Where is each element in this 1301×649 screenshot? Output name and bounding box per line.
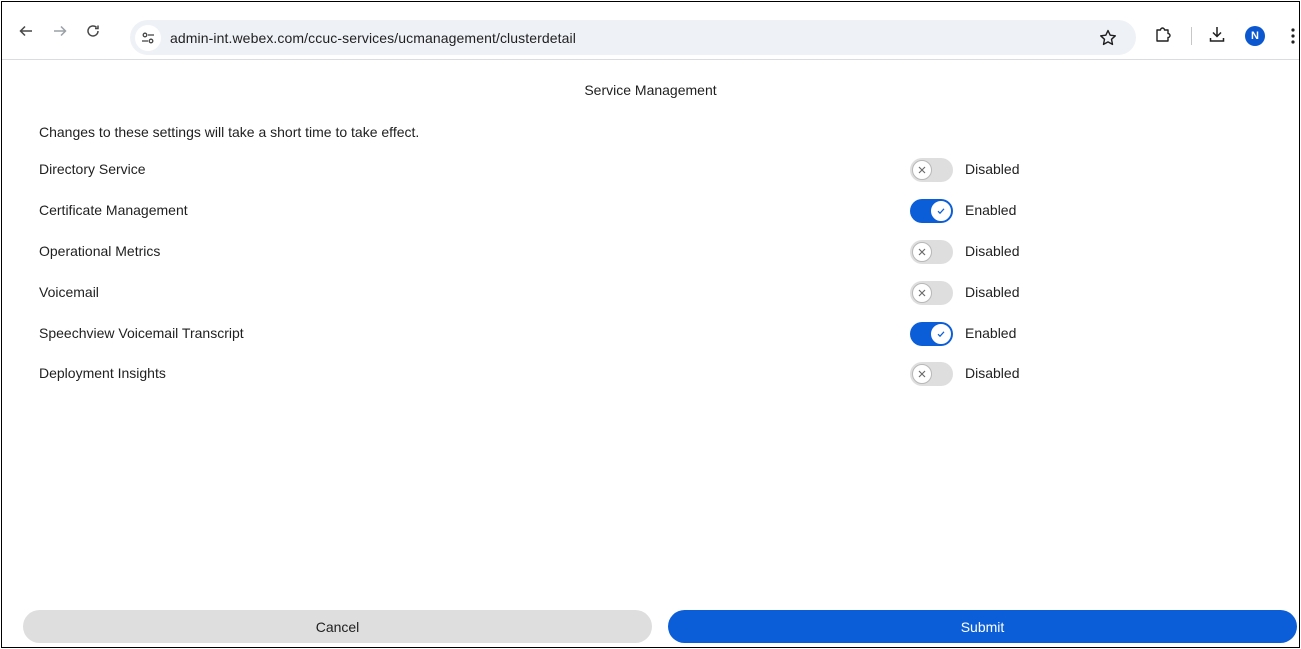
service-state-label: Disabled xyxy=(965,243,1020,259)
service-state-label: Enabled xyxy=(965,325,1017,341)
certificate-management-toggle[interactable] xyxy=(910,199,953,223)
x-icon xyxy=(912,283,932,303)
page-title: Service Management xyxy=(584,82,717,98)
service-name: Voicemail xyxy=(39,284,99,300)
service-row-voicemail: Voicemail Disabled xyxy=(39,281,1059,305)
voicemail-toggle[interactable] xyxy=(910,281,953,305)
cancel-button[interactable]: Cancel xyxy=(23,610,652,643)
service-row-speechview-voicemail-transcript: Speechview Voicemail Transcript Enabled xyxy=(39,322,1059,346)
extensions-puzzle-icon[interactable] xyxy=(1151,22,1175,46)
directory-service-toggle[interactable] xyxy=(910,158,953,182)
back-icon[interactable] xyxy=(14,19,38,43)
service-name: Deployment Insights xyxy=(39,365,166,381)
speechview-voicemail-transcript-toggle[interactable] xyxy=(910,322,953,346)
service-state-label: Disabled xyxy=(965,161,1020,177)
check-icon xyxy=(931,201,951,221)
reload-icon[interactable] xyxy=(81,19,105,43)
x-icon xyxy=(912,160,932,180)
service-row-directory-service: Directory Service Disabled xyxy=(39,158,1059,182)
service-name: Speechview Voicemail Transcript xyxy=(39,325,244,341)
forward-icon[interactable] xyxy=(48,19,72,43)
service-state-label: Enabled xyxy=(965,202,1017,218)
check-icon xyxy=(931,324,951,344)
deployment-insights-toggle[interactable] xyxy=(910,362,953,386)
service-state-label: Disabled xyxy=(965,284,1020,300)
url-text[interactable]: admin-int.webex.com/ccuc-services/ucmana… xyxy=(170,30,576,46)
toolbar-divider xyxy=(1191,27,1192,45)
settings-notice: Changes to these settings will take a sh… xyxy=(39,124,420,140)
profile-avatar[interactable]: N xyxy=(1245,26,1265,46)
address-bar[interactable]: admin-int.webex.com/ccuc-services/ucmana… xyxy=(130,20,1136,55)
service-state-label: Disabled xyxy=(965,365,1020,381)
service-name: Certificate Management xyxy=(39,202,188,218)
service-name: Operational Metrics xyxy=(39,243,161,259)
service-row-deployment-insights: Deployment Insights Disabled xyxy=(39,362,1059,386)
service-row-operational-metrics: Operational Metrics Disabled xyxy=(39,240,1059,264)
kebab-menu-icon[interactable] xyxy=(1281,24,1301,48)
x-icon xyxy=(912,242,932,262)
submit-button[interactable]: Submit xyxy=(668,610,1297,643)
bookmark-star-icon[interactable] xyxy=(1096,26,1120,50)
site-info-icon[interactable] xyxy=(135,24,161,51)
download-icon[interactable] xyxy=(1205,22,1229,46)
x-icon xyxy=(912,364,932,384)
service-name: Directory Service xyxy=(39,161,146,177)
service-row-certificate-management: Certificate Management Enabled xyxy=(39,199,1059,223)
operational-metrics-toggle[interactable] xyxy=(910,240,953,264)
browser-toolbar: admin-int.webex.com/ccuc-services/ucmana… xyxy=(2,2,1299,60)
browser-window: admin-int.webex.com/ccuc-services/ucmana… xyxy=(1,1,1300,648)
